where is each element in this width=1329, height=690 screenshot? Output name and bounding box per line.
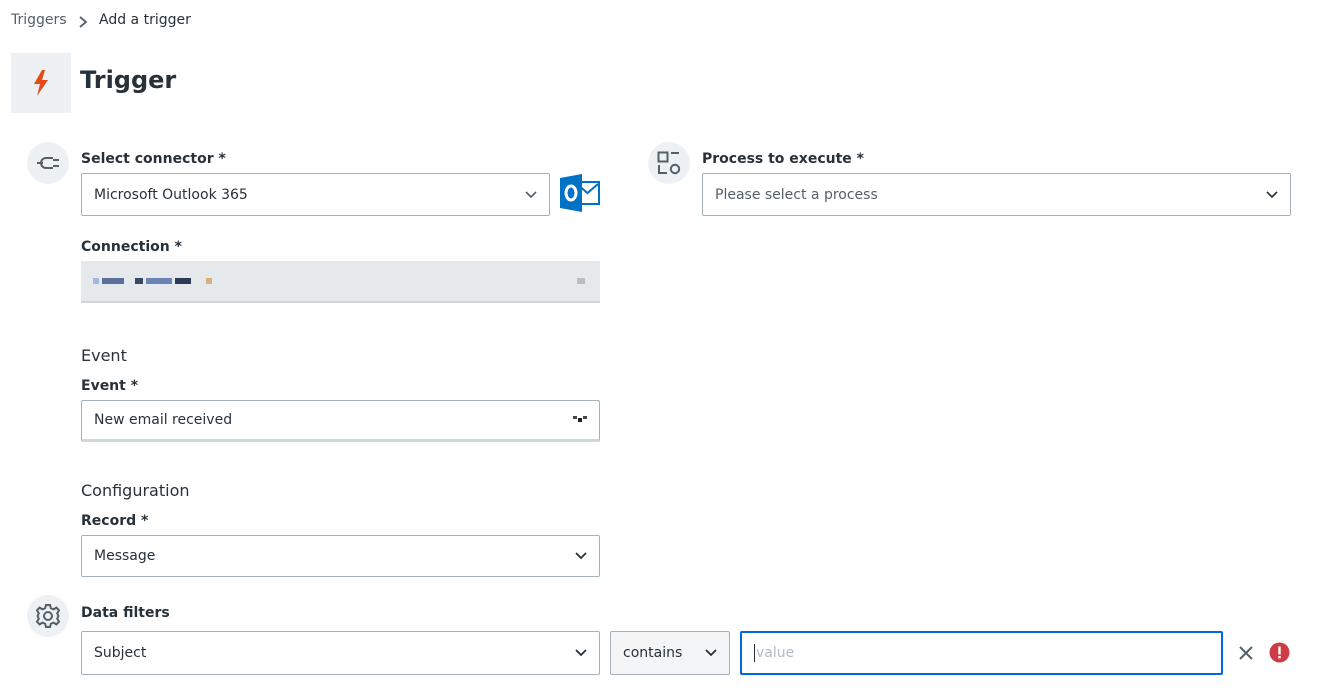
chevron-down-icon [1266, 190, 1278, 198]
breadcrumb-triggers-link[interactable]: Triggers [11, 12, 67, 28]
error-icon [1269, 642, 1290, 663]
breadcrumb-current: Add a trigger [99, 12, 191, 28]
chevron-down-icon [573, 416, 587, 422]
chevron-down-icon [575, 649, 587, 657]
event-value: New email received [94, 412, 233, 428]
connector-value: Microsoft Outlook 365 [94, 186, 248, 203]
close-icon[interactable] [1238, 645, 1254, 661]
filter-field-value: Subject [94, 645, 147, 661]
chevron-down-icon [705, 649, 717, 657]
filters-label: Data filters [81, 605, 170, 621]
configuration-heading: Configuration [81, 481, 190, 500]
connector-dropdown[interactable]: Microsoft Outlook 365 [81, 173, 550, 216]
connection-label: Connection * [81, 239, 182, 255]
record-dropdown[interactable]: Message [81, 535, 600, 577]
filter-value-placeholder: value [756, 645, 795, 661]
filter-field-dropdown[interactable]: Subject [81, 631, 600, 675]
page-title: Trigger [80, 66, 177, 94]
lightning-icon [34, 70, 48, 96]
record-label: Record * [81, 513, 149, 529]
filter-operator-value: contains [623, 645, 683, 661]
filter-operator-dropdown[interactable]: contains [610, 631, 730, 675]
filter-value-input[interactable]: value [740, 631, 1223, 675]
record-value: Message [94, 548, 156, 564]
process-dropdown[interactable]: Please select a process [702, 173, 1291, 216]
trigger-icon-tile [11, 53, 71, 113]
chevron-down-icon [525, 190, 537, 198]
chevron-down-icon [575, 552, 587, 560]
process-label: Process to execute * [702, 151, 864, 167]
connector-label: Select connector * [81, 151, 226, 167]
chevron-right-icon [79, 16, 88, 28]
plug-icon [27, 142, 69, 184]
event-heading: Event [81, 346, 127, 365]
event-label: Event * [81, 378, 139, 394]
process-icon [648, 142, 690, 184]
connection-dropdown[interactable] [81, 261, 600, 303]
outlook-logo-icon [560, 174, 600, 212]
gear-icon [27, 595, 69, 637]
event-dropdown[interactable]: New email received [81, 400, 600, 442]
process-placeholder: Please select a process [715, 186, 878, 203]
